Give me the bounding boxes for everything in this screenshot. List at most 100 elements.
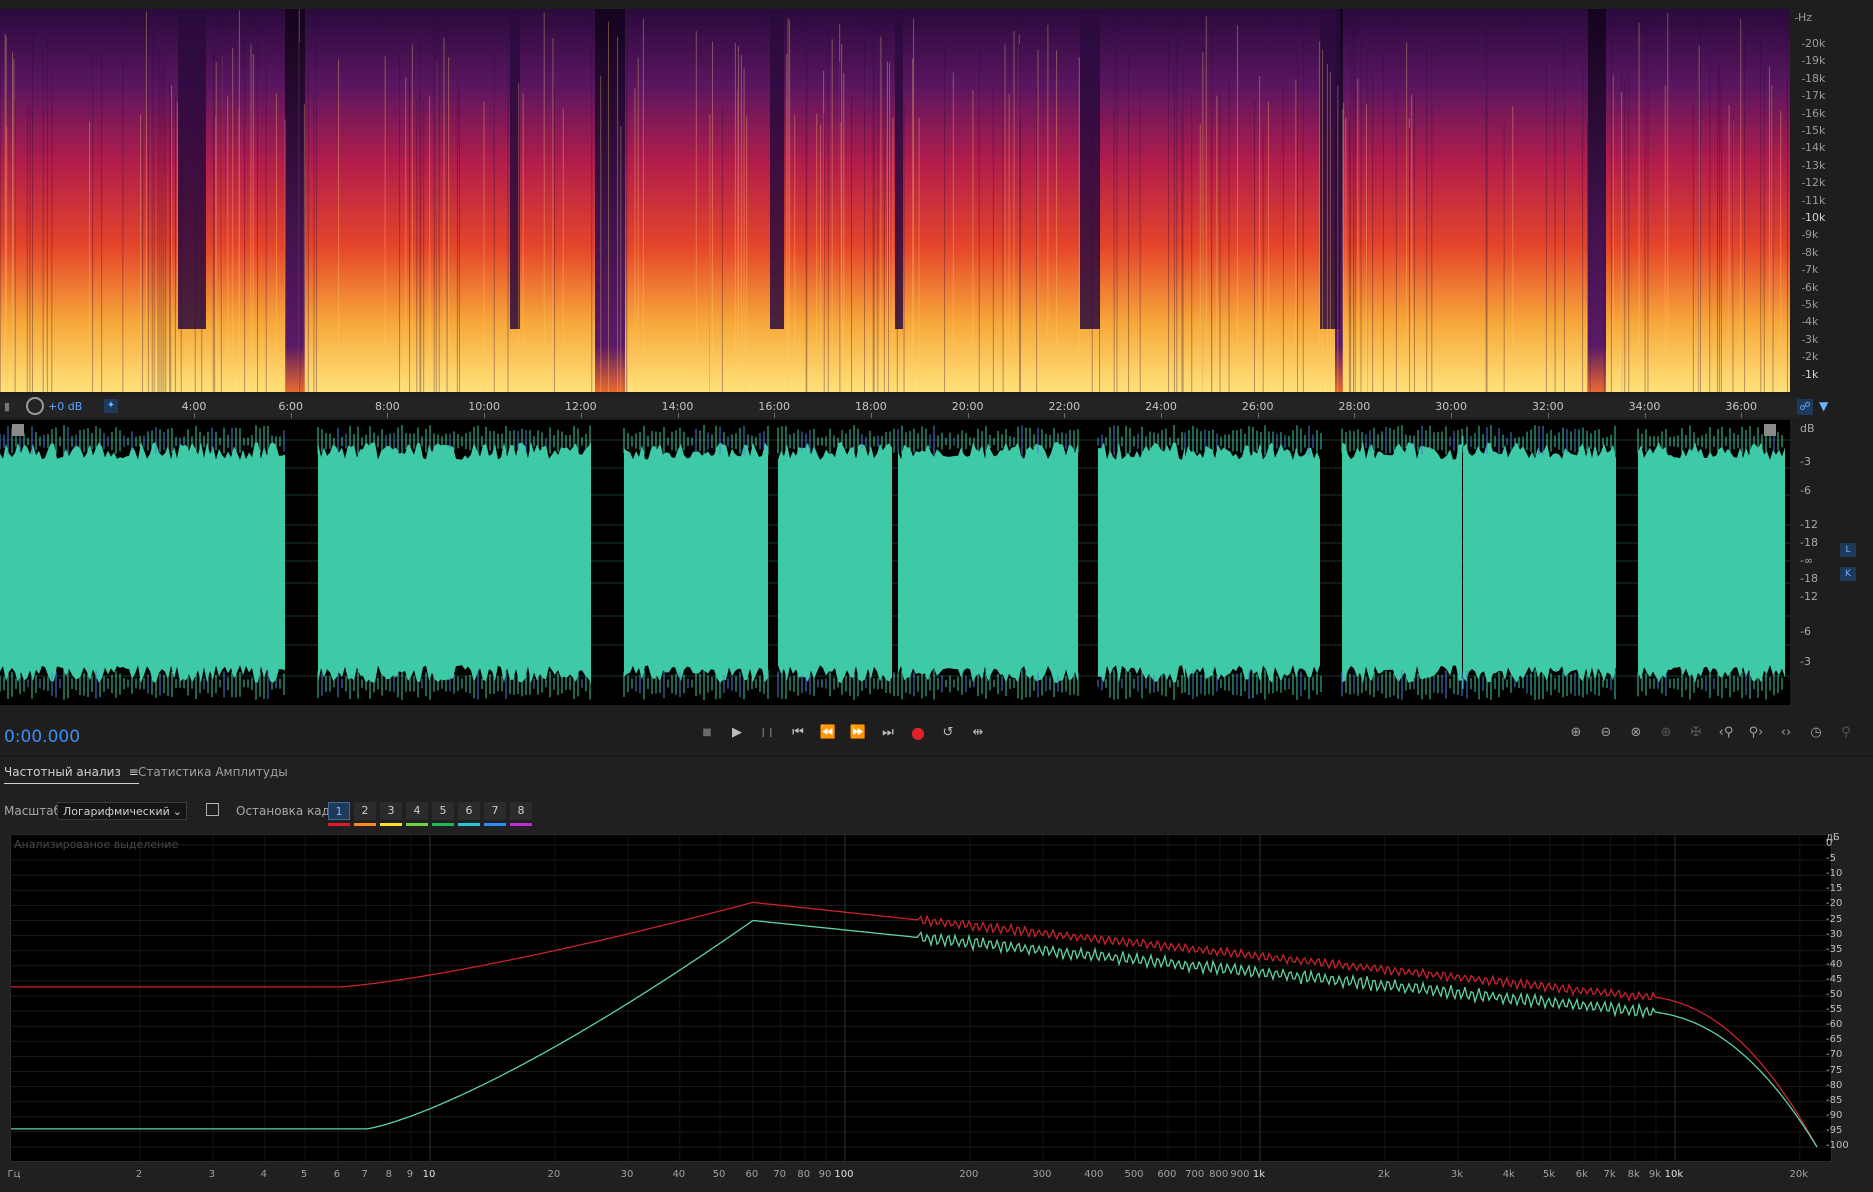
timeline-label: 32:00 <box>1531 400 1564 413</box>
freq-tick-label: 3k <box>1450 1169 1463 1180</box>
hz-tick-label: 6k <box>1801 280 1819 294</box>
timeline-tick <box>1547 413 1549 418</box>
zoom-reset-amplitude-icon[interactable]: ⊗ <box>1623 722 1649 744</box>
freq-tick-label: 5 <box>300 1169 308 1180</box>
timeline-tick <box>484 413 486 418</box>
freq-tick-label: 200 <box>959 1169 979 1180</box>
freq-tick-label: 3 <box>208 1169 216 1180</box>
db-tick-label: -80 <box>1826 1079 1843 1091</box>
skip-selection-button[interactable]: ⇹ <box>965 722 991 744</box>
frame-hold-button-7[interactable]: 7 <box>484 802 506 820</box>
freq-tick-label: 5k <box>1542 1169 1556 1180</box>
frequency-plot[interactable] <box>10 834 1832 1162</box>
timeline-right-controls: ☍ ▼ <box>1795 396 1873 418</box>
go-to-end-button[interactable]: ⏭ <box>875 722 901 744</box>
timeline-tick <box>1354 413 1356 418</box>
timeline-tick <box>1257 413 1259 418</box>
db-tick-label: 0 <box>1826 838 1833 849</box>
analysis-controls: Масштаб: Логарифмический ⌄ Остановка кад… <box>0 797 1873 827</box>
frame-hold-button-8[interactable]: 8 <box>510 802 532 820</box>
current-time-display[interactable]: 0:00.000 <box>4 727 80 747</box>
timeline-label: 10:00 <box>468 400 500 413</box>
db-tick-label: -100 <box>1826 1140 1849 1151</box>
zoom-to-selection-icon[interactable]: ✠ <box>1683 722 1709 744</box>
db-tick-label: -20 <box>1826 898 1843 910</box>
timeline-label: 24:00 <box>1145 400 1177 413</box>
freq-tick-label: 400 <box>1084 1169 1104 1180</box>
channel-right-button[interactable]: K <box>1840 567 1856 581</box>
loop-button[interactable]: ↺ <box>935 722 961 744</box>
tab-amplitude-statistics[interactable]: Статистика Амплитуды <box>138 765 288 779</box>
level-meter-icon[interactable]: ▮ <box>4 400 10 413</box>
plot-caption: Анализированое выделение <box>14 838 179 851</box>
fade-out-handle[interactable] <box>1764 424 1776 436</box>
zoom-out-amplitude-icon[interactable]: ⊖ <box>1593 722 1619 744</box>
stop-button[interactable]: ■ <box>694 722 720 744</box>
volume-knob-icon[interactable] <box>26 397 44 415</box>
hz-tick-label: 8k <box>1801 245 1819 259</box>
pin-icon[interactable]: ✦ <box>104 399 118 413</box>
zoom-out-full-icon[interactable]: ‹› <box>1773 722 1799 744</box>
frame-color-swatch <box>328 823 350 826</box>
zoom-in-right-icon[interactable]: ⚲› <box>1743 722 1769 744</box>
frequency-axis: Гц 2 3 4 5 6 7 8 9 10 20 30 40 50 60 70 80 90 100 200 300 40… <box>0 1164 1873 1188</box>
zoom-in-left-icon[interactable]: ‹⚲ <box>1713 722 1739 744</box>
spectrum-curve-green <box>11 919 1818 1148</box>
freq-tick-label: 100 <box>834 1169 854 1180</box>
frame-hold-button-5[interactable]: 5 <box>432 802 454 820</box>
timeline-label: 12:00 <box>564 400 597 413</box>
timeline-label: 26:00 <box>1241 400 1274 413</box>
channel-left-button[interactable]: L <box>1840 543 1856 557</box>
scale-select[interactable]: Логарифмический ⌄ <box>57 802 187 820</box>
db-tick-label: -55 <box>1826 1004 1843 1016</box>
freq-tick-label: 20k <box>1789 1169 1809 1180</box>
frame-color-swatch <box>432 823 454 826</box>
hz-tick-label: 10k <box>1801 211 1826 224</box>
db-tick-label: -85 <box>1826 1094 1843 1106</box>
db-tick-label: -∞ <box>1800 554 1814 567</box>
timeline-tick <box>1064 413 1066 418</box>
freq-tick-label: 2k <box>1377 1169 1390 1180</box>
zoom-disabled-icon[interactable]: ⚲ <box>1833 722 1859 744</box>
hz-tick-label: 11k <box>1801 193 1826 207</box>
headphones-icon[interactable]: ☍ <box>1797 399 1813 415</box>
hz-tick-label: 16k <box>1801 106 1826 120</box>
volume-label[interactable]: +0 dB <box>48 400 82 413</box>
tab-frequency-analysis[interactable]: Частотный анализ ≡ <box>4 765 139 784</box>
play-button[interactable]: ▶ <box>724 722 750 744</box>
timeline-label: 8:00 <box>375 400 400 413</box>
frame-copy-icon[interactable] <box>206 803 219 816</box>
timeline-label: 16:00 <box>758 400 791 413</box>
zoom-time-icon[interactable]: ◷ <box>1803 722 1829 744</box>
db-tick-label: -70 <box>1826 1049 1843 1061</box>
timeline-tick <box>290 413 292 418</box>
frame-hold-button-4[interactable]: 4 <box>406 802 428 820</box>
frame-hold-button-2[interactable]: 2 <box>354 802 376 820</box>
zoom-in-amplitude-icon[interactable]: ⊕ <box>1563 722 1589 744</box>
freq-tick-label: 4 <box>260 1169 268 1180</box>
frame-hold-button-6[interactable]: 6 <box>458 802 480 820</box>
transport-bar: 0:00.000 ■ ▶ ❙❙ ⏮ ⏪ ⏩ ⏭ ● ↺ ⇹ ⊕ ⊖ ⊗ ⊕ ✠ … <box>0 710 1873 757</box>
rewind-button[interactable]: ⏪ <box>815 722 841 744</box>
go-to-start-button[interactable]: ⏮ <box>785 722 811 744</box>
freq-tick-label: 7k <box>1603 1169 1616 1180</box>
freq-tick-label: 30 <box>620 1169 634 1180</box>
frame-hold-button-3[interactable]: 3 <box>380 802 402 820</box>
marker-icon[interactable]: ▼ <box>1819 399 1828 413</box>
timeline-ruler[interactable]: 4:00 6:00 8:00 10:00 12:00 14:00 16:00 18:00 20:… <box>0 396 1800 418</box>
timeline-tick <box>1741 413 1743 418</box>
pause-button[interactable]: ❙❙ <box>754 722 780 744</box>
db-tick-label: -6 <box>1800 625 1811 638</box>
spectral-display[interactable] <box>0 9 1790 392</box>
zoom-in-time-icon[interactable]: ⊕ <box>1653 722 1679 744</box>
fade-in-handle[interactable] <box>12 424 24 436</box>
db-tick-label: -95 <box>1826 1124 1843 1136</box>
frame-hold-button-1[interactable]: 1 <box>328 802 350 820</box>
waveform-display[interactable] <box>0 420 1790 705</box>
db-tick-label: -5 <box>1826 853 1836 865</box>
hz-tick-label: 15k <box>1801 124 1826 137</box>
freq-tick-label: 50 <box>712 1169 726 1180</box>
fast-forward-button[interactable]: ⏩ <box>845 722 871 744</box>
record-button[interactable]: ● <box>905 722 931 744</box>
timeline-label: 20:00 <box>951 400 984 413</box>
